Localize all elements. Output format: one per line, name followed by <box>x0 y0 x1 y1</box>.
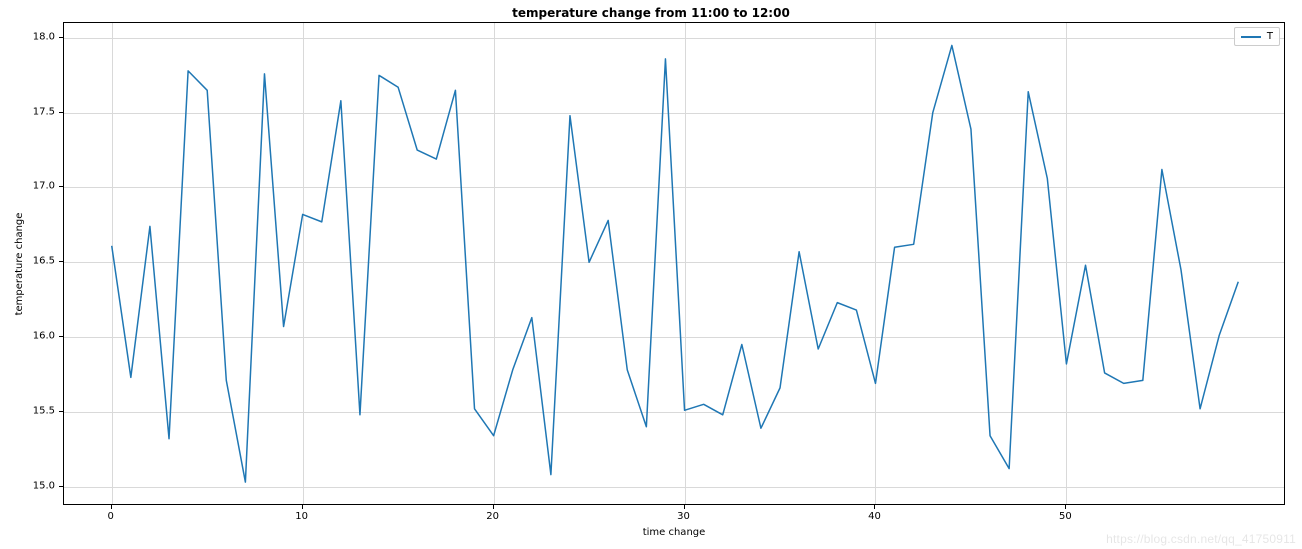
x-tick-mark <box>684 505 685 509</box>
legend-label: T <box>1267 31 1273 42</box>
y-tick-label: 15.0 <box>15 480 55 491</box>
y-tick-label: 16.0 <box>15 331 55 342</box>
y-tick-mark <box>59 486 63 487</box>
y-tick-label: 18.0 <box>15 31 55 42</box>
chart-line-layer <box>64 23 1286 506</box>
x-tick-mark <box>493 505 494 509</box>
x-tick-label: 30 <box>669 511 699 522</box>
chart-plot-area <box>63 22 1285 505</box>
legend-swatch <box>1241 36 1261 38</box>
watermark-text: https://blog.csdn.net/qq_41750911 <box>1106 532 1296 546</box>
x-tick-label: 0 <box>96 511 126 522</box>
y-tick-label: 15.5 <box>15 405 55 416</box>
x-tick-mark <box>302 505 303 509</box>
y-tick-mark <box>59 411 63 412</box>
series-line <box>112 45 1239 482</box>
x-tick-mark <box>1065 505 1066 509</box>
x-tick-mark <box>111 505 112 509</box>
x-tick-mark <box>874 505 875 509</box>
y-tick-mark <box>59 261 63 262</box>
y-tick-label: 17.0 <box>15 181 55 192</box>
y-tick-mark <box>59 37 63 38</box>
x-tick-label: 20 <box>478 511 508 522</box>
y-tick-mark <box>59 112 63 113</box>
chart-title: temperature change from 11:00 to 12:00 <box>0 6 1302 20</box>
x-tick-label: 40 <box>859 511 889 522</box>
chart-legend: T <box>1234 27 1280 46</box>
x-tick-label: 10 <box>287 511 317 522</box>
y-tick-label: 17.5 <box>15 106 55 117</box>
x-axis-label: time change <box>63 527 1285 538</box>
y-tick-mark <box>59 336 63 337</box>
y-tick-label: 16.5 <box>15 256 55 267</box>
y-tick-mark <box>59 186 63 187</box>
x-tick-label: 50 <box>1050 511 1080 522</box>
